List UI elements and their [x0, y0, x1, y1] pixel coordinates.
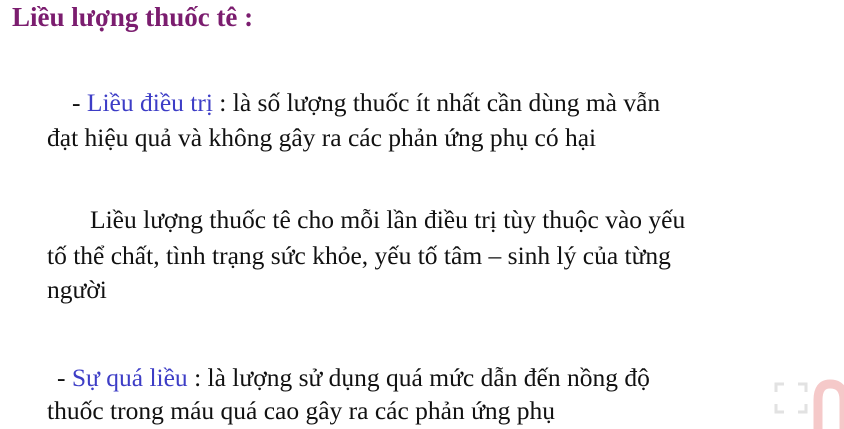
fullscreen-icon[interactable] — [768, 378, 844, 429]
term-overdose: Sự quá liều — [71, 363, 188, 392]
section-line: - Liều điều trị : là số lượng thuốc ít n… — [72, 88, 660, 118]
section-line: - Sự quá liều : là lượng sử dụng quá mức… — [57, 363, 650, 393]
section-line: Liều lượng thuốc tê cho mỗi lần điều trị… — [90, 205, 686, 234]
bullet-dash: - — [72, 88, 87, 117]
section-line: đạt hiệu quả và không gây ra các phản ứn… — [47, 123, 597, 152]
section-line: người — [47, 275, 107, 304]
bullet-dash: - — [57, 363, 72, 392]
term-therapeutic-dose: Liều điều trị — [86, 88, 213, 117]
section-line: tố thể chất, tình trạng sức khỏe, yếu tố… — [47, 241, 671, 270]
definition-text: : là số lượng thuốc ít nhất cần dùng mà … — [212, 88, 661, 117]
section-line: thuốc trong máu quá cao gây ra các phản … — [47, 396, 556, 425]
slide-title: Liều lượng thuốc tê : — [12, 2, 254, 32]
definition-text: : là lượng sử dụng quá mức dẫn đến nồng … — [187, 363, 650, 392]
